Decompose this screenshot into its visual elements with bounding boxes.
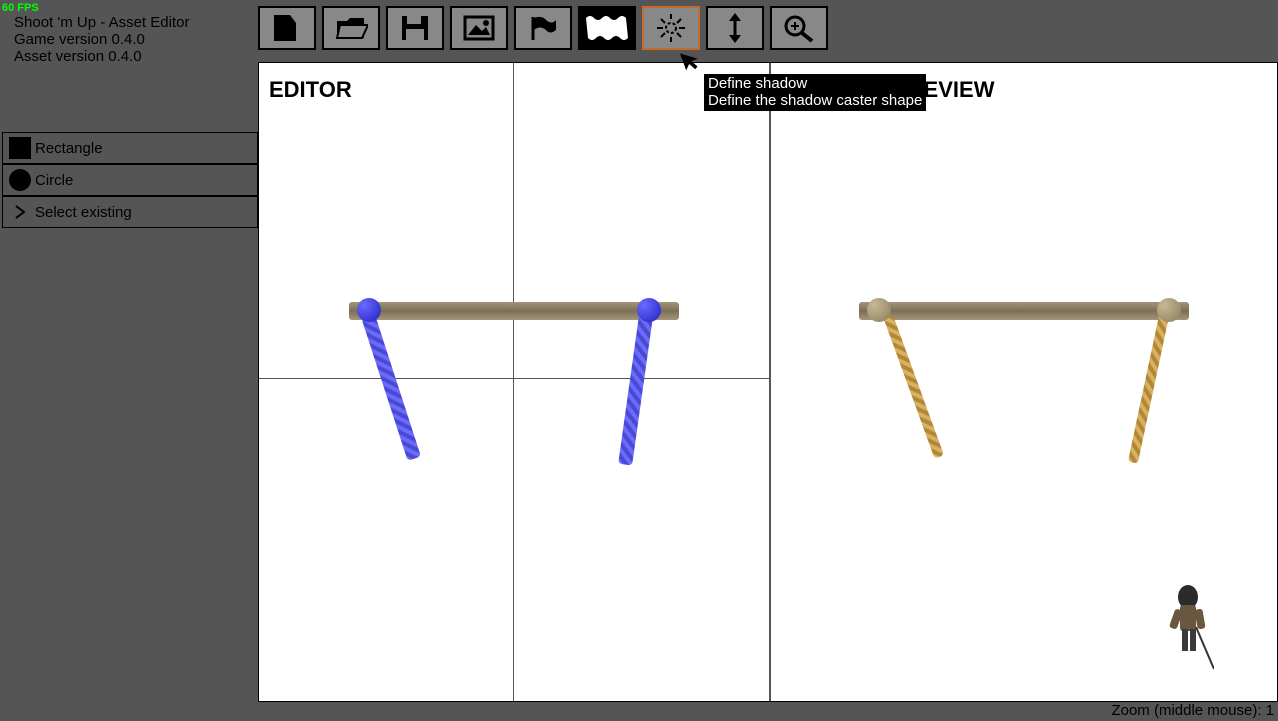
chevron-right-icon <box>9 204 31 220</box>
rectangle-icon <box>9 137 31 159</box>
save-button[interactable] <box>386 6 444 50</box>
preview-player-sprite <box>1164 583 1204 653</box>
circle-icon <box>9 169 31 191</box>
flag-icon <box>526 13 560 43</box>
zoom-icon <box>781 12 817 44</box>
shadow-sun-icon <box>651 11 691 45</box>
editor-panel-label: EDITOR <box>269 77 352 103</box>
tooltip-desc: Define the shadow caster shape <box>708 93 922 110</box>
image-icon <box>462 13 496 43</box>
flip-vertical-button[interactable] <box>706 6 764 50</box>
pattern-button[interactable] <box>578 6 636 50</box>
open-button[interactable] <box>322 6 380 50</box>
app-info: 60 FPS Shoot 'm Up - Asset Editor Game v… <box>2 2 189 65</box>
zoom-status: Zoom (middle mouse): 1 <box>1111 702 1274 719</box>
sidebar-item-rectangle[interactable]: Rectangle <box>2 132 258 164</box>
open-folder-icon <box>334 13 368 43</box>
sidebar-item-label: Circle <box>35 172 73 189</box>
shadow-button[interactable] <box>642 6 700 50</box>
pattern-icon <box>582 10 632 46</box>
new-file-icon <box>270 13 304 43</box>
shape-sidebar: Rectangle Circle Select existing <box>2 132 258 228</box>
toolbar <box>258 6 828 50</box>
canvas-area[interactable]: EDITOR PREVIEW <box>258 62 1278 702</box>
tooltip-title: Define shadow <box>708 76 922 93</box>
zoom-button[interactable] <box>770 6 828 50</box>
preview-sprite <box>849 298 1199 468</box>
flip-vertical-icon <box>721 11 749 45</box>
sidebar-item-label: Rectangle <box>35 140 103 157</box>
sidebar-item-circle[interactable]: Circle <box>2 164 258 196</box>
sidebar-item-label: Select existing <box>35 204 132 221</box>
image-button[interactable] <box>450 6 508 50</box>
new-button[interactable] <box>258 6 316 50</box>
save-disk-icon <box>398 13 432 43</box>
asset-version: Asset version 0.4.0 <box>2 48 189 65</box>
status-bar: Zoom (middle mouse): 1 <box>1111 702 1274 719</box>
sidebar-item-select-existing[interactable]: Select existing <box>2 196 258 228</box>
game-version: Game version 0.4.0 <box>2 31 189 48</box>
panel-divider <box>769 63 771 701</box>
editor-sprite[interactable] <box>339 298 689 468</box>
app-title: Shoot 'm Up - Asset Editor <box>2 14 189 31</box>
tooltip: Define shadow Define the shadow caster s… <box>704 74 926 111</box>
fps-counter: 60 FPS <box>2 2 189 14</box>
flag-button[interactable] <box>514 6 572 50</box>
